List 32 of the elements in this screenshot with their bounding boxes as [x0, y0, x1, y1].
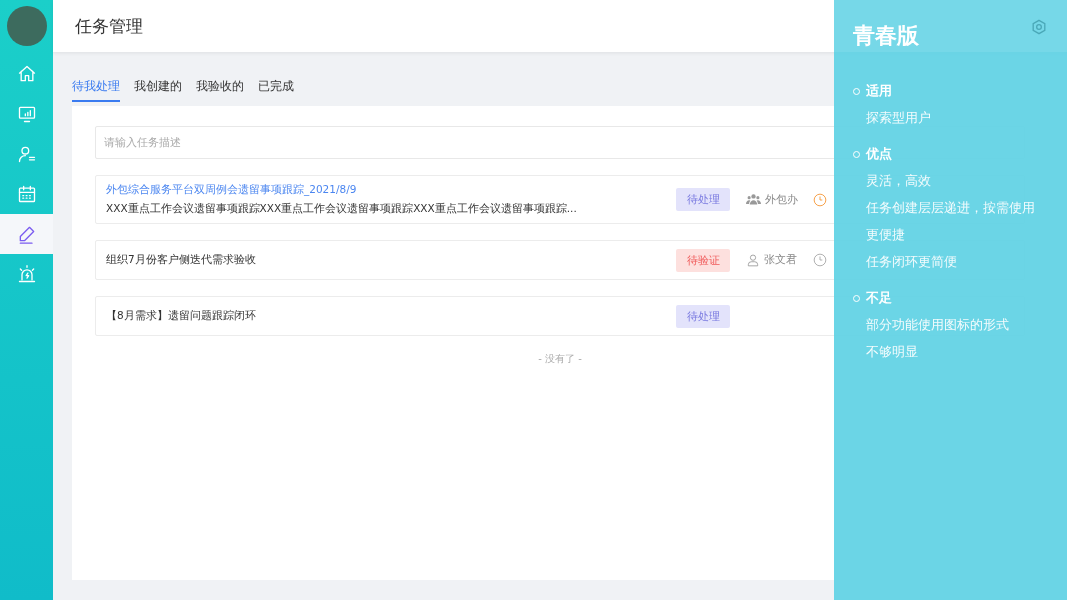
task-title: 外包综合服务平台双周例会遗留事项跟踪_2021/8/9	[106, 183, 358, 197]
end-of-list-note: - 没有了 -	[538, 352, 582, 366]
section-text: 任务闭环更简便	[865, 253, 958, 271]
section-heading: 适用	[866, 82, 892, 100]
status-tag: 待验证	[676, 248, 730, 272]
sidebar-item[interactable]	[0, 214, 53, 254]
settings-icon[interactable]	[1031, 19, 1047, 35]
avatar-photo-placeholder[interactable]	[6, 6, 47, 46]
tab[interactable]: 我验收的	[196, 76, 244, 102]
task-description: XXX重点工作会议遗留事项跟踪XXX重点工作会议遗留事项跟踪XXX重点工作会议遗留事项跟踪...	[106, 202, 578, 216]
task-title: 组织7月份客户侧迭代需求验收	[106, 253, 257, 267]
home-icon	[16, 64, 37, 84]
tab[interactable]: 我创建的	[134, 76, 182, 102]
section-text: 不够明显	[865, 343, 919, 361]
tab[interactable]: 已完成	[258, 76, 294, 102]
overlay-title: 青春版	[853, 22, 919, 50]
tab[interactable]: 待我处理	[72, 76, 120, 102]
task-title: 【8月需求】遗留问题跟踪闭环	[106, 309, 257, 323]
person-icon	[746, 253, 760, 267]
calendar-icon	[16, 184, 37, 204]
owner-name: 张文君	[764, 253, 797, 267]
status-tag: 待处理	[676, 188, 730, 211]
monitor-chart-icon	[16, 104, 37, 124]
section-text: 探索型用户	[865, 109, 932, 127]
user-icon	[16, 144, 37, 164]
section-text: 灵活，高效	[865, 172, 932, 190]
section-text: 部分功能使用图标的形式	[865, 316, 1010, 334]
group-icon	[746, 192, 761, 207]
alarm-light-icon	[16, 264, 37, 284]
page-title: 任务管理	[75, 14, 143, 38]
owner-name: 外包办	[765, 192, 798, 207]
status-tag: 待处理	[676, 304, 730, 328]
